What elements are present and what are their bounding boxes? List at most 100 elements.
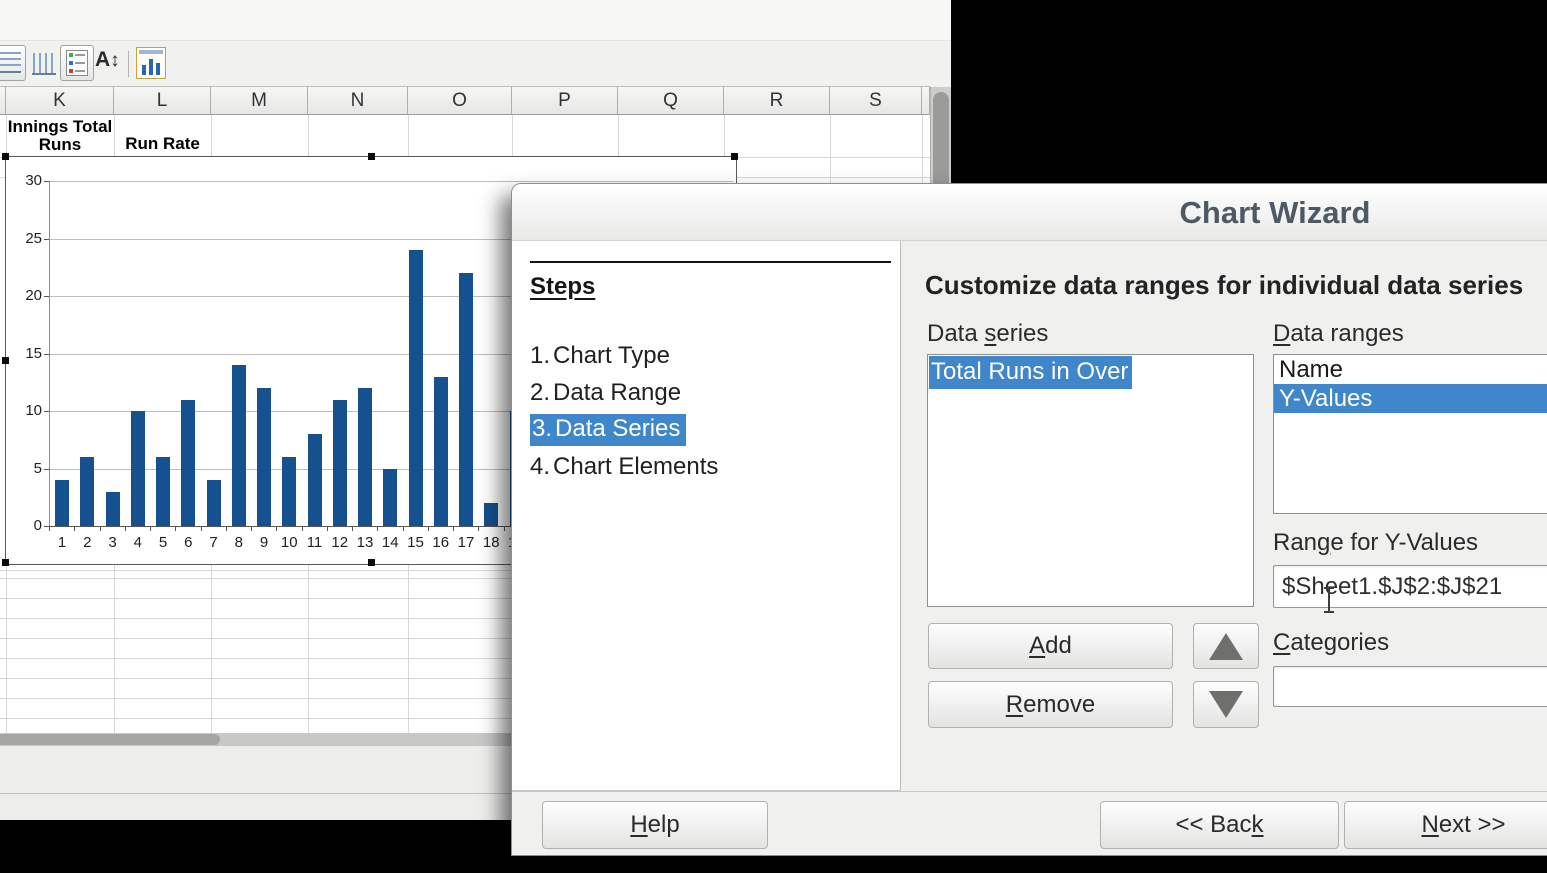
step-data-range[interactable]: 2.Data Range [530,374,718,411]
legend-on-off-icon[interactable] [60,45,94,81]
x-axis-tick [175,526,176,531]
selection-handle[interactable] [2,153,9,160]
column-header-l[interactable]: L [114,87,211,114]
chart-bar-15[interactable] [409,250,423,526]
chart-bar-10[interactable] [282,457,296,526]
selection-handle[interactable] [731,153,738,160]
toolbar-separator [128,51,129,77]
dialog-titlebar[interactable]: Chart Wizard [512,184,1547,241]
y-axis-label: 5 [14,460,42,477]
horizontal-scrollbar-thumb[interactable] [0,734,220,745]
x-axis-tick [302,526,303,531]
step-chart-type[interactable]: 1.Chart Type [530,337,718,374]
x-axis-tick [74,526,75,531]
x-axis-label: 15 [403,534,429,551]
chart-format-toolbar: A↕ [0,41,951,86]
data-ranges-label: Data ranges [1273,320,1404,348]
horizontal-grids-glyph [0,52,21,70]
chart-bar-9[interactable] [257,388,271,526]
x-axis-tick [504,526,505,531]
text-scale-icon[interactable]: A↕ [95,48,120,72]
data-ranges-listbox[interactable]: Name Y-Values [1273,354,1547,514]
dialog-title: Chart Wizard [1180,195,1371,231]
chart-bar-16[interactable] [434,377,448,527]
data-series-label: Data series [927,320,1048,348]
text-cursor-icon [1323,587,1335,613]
data-range-item-name[interactable]: Name [1274,355,1547,384]
steps-rule [530,261,891,263]
column-header-q[interactable]: Q [618,87,724,114]
cell-k1[interactable]: Innings Total Runs [6,115,114,157]
x-axis-label: 6 [175,534,201,551]
y-gridline-30 [49,181,733,182]
chart-type-icon[interactable] [136,47,166,79]
data-series-listbox[interactable]: Total Runs in Over [927,354,1254,607]
help-button[interactable]: Help [542,801,768,849]
selection-handle[interactable] [368,559,375,566]
x-axis-label: 10 [276,534,302,551]
down-arrow-icon [1209,691,1243,718]
chart-bar-17[interactable] [459,273,473,526]
selection-handle[interactable] [368,153,375,160]
chart-bar-3[interactable] [106,492,120,527]
data-range-item-y-values[interactable]: Y-Values [1274,384,1547,413]
add-button[interactable]: Add [928,623,1173,669]
chart-bar-12[interactable] [333,400,347,527]
y-axis-label: 25 [14,230,42,247]
chart-bar-11[interactable] [308,434,322,526]
up-arrow-icon [1209,633,1243,660]
y-axis-label: 0 [14,517,42,534]
x-axis-tick [377,526,378,531]
column-header-n[interactable]: N [308,87,408,114]
x-axis-tick [201,526,202,531]
back-button[interactable]: << Back [1100,801,1339,849]
x-axis-label: 5 [150,534,176,551]
column-header-m[interactable]: M [211,87,308,114]
x-axis-label: 17 [453,534,479,551]
chart-bar-6[interactable] [181,400,195,527]
chart-wizard-dialog: Chart Wizard Steps 1.Chart Type 2.Data R… [511,183,1547,856]
x-axis-tick [453,526,454,531]
column-header-o[interactable]: O [408,87,512,114]
vertical-grids-icon[interactable] [30,50,58,76]
chart-bar-13[interactable] [358,388,372,526]
x-axis-tick [226,526,227,531]
y-axis-label: 30 [14,172,42,189]
chart-bar-8[interactable] [232,365,246,526]
x-axis-label: 18 [478,534,504,551]
chart-bar-14[interactable] [383,469,397,527]
y-axis-label: 10 [14,402,42,419]
chart-bar-4[interactable] [131,411,145,526]
range-for-y-values-input[interactable]: $Sheet1.$J$2:$J$21 [1273,565,1547,608]
steps-heading: Steps [530,273,595,301]
remove-button[interactable]: Remove [928,681,1173,728]
move-down-button[interactable] [1193,681,1259,728]
horizontal-grids-icon[interactable] [0,45,26,81]
range-for-y-values-label: Range for Y-Values [1273,529,1478,557]
data-series-item-selected[interactable]: Total Runs in Over [929,356,1132,389]
next-button[interactable]: Next >> [1344,801,1547,849]
move-up-button[interactable] [1193,623,1259,669]
column-header-k[interactable]: K [6,87,114,114]
step-chart-elements[interactable]: 4.Chart Elements [530,448,718,485]
chart-bar-7[interactable] [207,480,221,526]
categories-input[interactable] [1273,666,1547,707]
step-data-series[interactable]: 3.Data Series [530,411,718,448]
chart-bar-2[interactable] [80,457,94,526]
x-axis-tick [49,526,50,531]
column-header-s[interactable]: S [830,87,922,114]
selection-handle[interactable] [2,357,9,364]
x-axis-label: 16 [428,534,454,551]
selection-handle[interactable] [2,559,9,566]
column-header-r[interactable]: R [724,87,830,114]
column-headers: KLMNOPQRS [0,86,930,115]
column-header-p[interactable]: P [512,87,618,114]
column-header-partial[interactable] [922,87,930,114]
y-axis-label: 15 [14,345,42,362]
chart-bar-5[interactable] [156,457,170,526]
cell-l1[interactable]: Run Rate [114,115,211,157]
x-axis-tick [276,526,277,531]
x-axis-label: 2 [74,534,100,551]
chart-bar-1[interactable] [55,480,69,526]
chart-bar-18[interactable] [484,503,498,526]
